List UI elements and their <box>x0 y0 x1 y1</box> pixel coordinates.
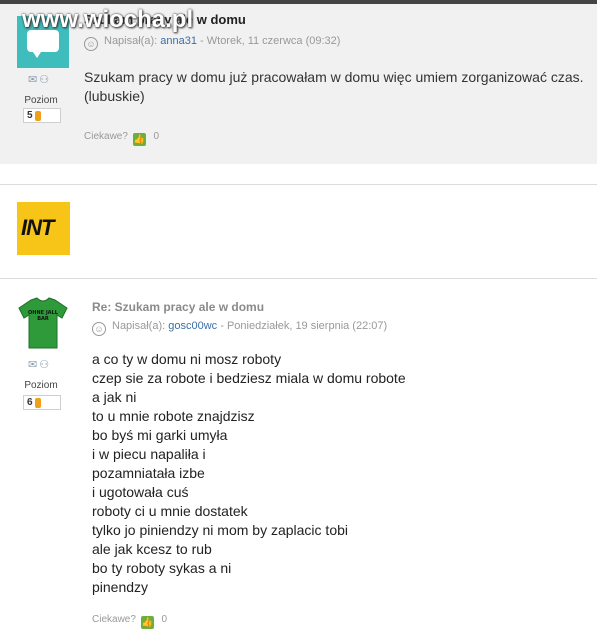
envelope-icon[interactable]: ✉ <box>28 74 39 86</box>
divider <box>0 278 597 279</box>
body-line: czep sie za robote i bedziesz miala w do… <box>92 370 406 386</box>
body-line: bo byś mi garki umyła <box>92 427 228 443</box>
level-label: Poziom <box>24 380 58 391</box>
post-meta: ☺ Napisał(a): gosc00wc - Poniedziałek, 19… <box>92 320 387 336</box>
post-title[interactable]: Re: Szukam pracy ale w domu <box>92 300 264 314</box>
ciekawe-rating: Ciekawe? 👍 0 <box>92 614 167 629</box>
post-meta: ☺ Napisał(a): anna31 - Wtorek, 11 czerwca… <box>84 35 340 51</box>
level-label: Poziom <box>24 95 58 106</box>
post-body: a co ty w domu ni mosz roboty czep sie z… <box>92 350 572 597</box>
add-friend-icon[interactable]: ⚇ <box>39 74 51 86</box>
int-logo-text: INT <box>21 215 54 240</box>
int-logo[interactable]: INT <box>17 202 70 255</box>
smiley-icon: ☺ <box>84 37 98 51</box>
post-date: - Wtorek, 11 czerwca (09:32) <box>200 35 341 47</box>
level-bar <box>35 398 41 408</box>
level-bar <box>35 111 41 121</box>
ciekawe-count: 0 <box>153 131 160 142</box>
thumbs-up-icon[interactable]: 👍 <box>132 133 146 146</box>
author-link[interactable]: anna31 <box>160 35 197 47</box>
body-line: pinendzy <box>92 579 149 595</box>
body-line: i w piecu napaliła i <box>92 446 206 462</box>
avatar-tshirt[interactable]: OHNE JALL BAR <box>17 296 69 350</box>
body-line: i ugotowała cuś <box>92 484 189 500</box>
watermark: www.wiocha.pl <box>22 6 194 33</box>
meta-prefix: Napisał(a): <box>104 35 158 47</box>
level-number: 5 <box>27 110 33 121</box>
level-number: 6 <box>27 397 33 408</box>
user-icons: ✉⚇ <box>28 73 51 86</box>
ciekawe-rating: Ciekawe? 👍 0 <box>84 131 159 146</box>
ciekawe-count: 0 <box>161 614 168 625</box>
ciekawe-label: Ciekawe? <box>84 131 128 142</box>
body-line: ale jak kcesz to rub <box>92 541 212 557</box>
envelope-icon[interactable]: ✉ <box>28 359 39 371</box>
body-line: a jak ni <box>92 389 137 405</box>
smiley-icon: ☺ <box>92 322 106 336</box>
post-body: Szukam pracy w domu już pracowałam w dom… <box>84 69 584 104</box>
shirt-text-2: BAR <box>37 316 49 322</box>
user-icons: ✉⚇ <box>28 358 51 371</box>
body-line: to u mnie robote znajdzisz <box>92 408 255 424</box>
body-line: pozamniatała izbe <box>92 465 205 481</box>
thumbs-up-icon[interactable]: 👍 <box>140 616 154 629</box>
add-friend-icon[interactable]: ⚇ <box>39 359 51 371</box>
speech-bubble-tail <box>31 49 43 58</box>
post-date: - Poniedziałek, 19 sierpnia (22:07) <box>220 320 388 332</box>
body-line: a co ty w domu ni mosz roboty <box>92 351 282 367</box>
level-badge: 5 <box>23 108 61 123</box>
body-line: tylko jo piniendzy ni mom by zaplacic to… <box>92 522 349 538</box>
body-line: bo ty roboty sykas a ni <box>92 560 232 576</box>
divider <box>0 184 597 185</box>
author-link[interactable]: gosc00wc <box>168 320 217 332</box>
body-line: roboty ci u mnie dostatek <box>92 503 248 519</box>
ciekawe-label: Ciekawe? <box>92 614 136 625</box>
meta-prefix: Napisał(a): <box>112 320 166 332</box>
level-badge: 6 <box>23 395 61 410</box>
tshirt-icon: OHNE JALL BAR <box>18 297 68 349</box>
